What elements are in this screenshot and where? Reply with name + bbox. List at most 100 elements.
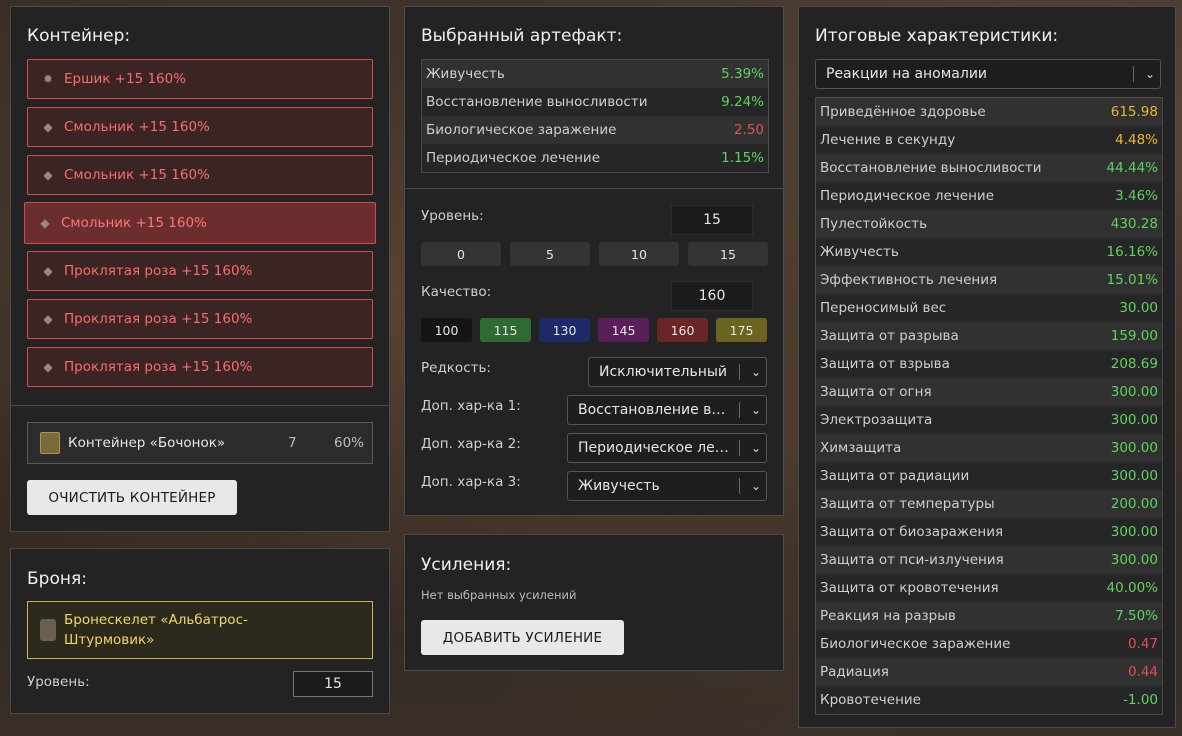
selected-stats-table: Живучесть 5.39% Восстановление выносливост… <box>421 59 769 173</box>
stat-name: Приведённое здоровье <box>820 104 986 120</box>
stat-row: Периодическое лечение 3.46% <box>816 182 1162 210</box>
stat-name: Эффективность лечения <box>820 272 998 288</box>
stat-name: Защита от кровотечения <box>820 580 999 596</box>
extra3-separator <box>739 478 740 494</box>
stat-value: 5.39% <box>721 66 764 82</box>
stat-name: Живучесть <box>820 244 899 260</box>
stat-name: Восстановление выносливости <box>820 160 1042 176</box>
stat-row: Восстановление выносливости 44.44% <box>816 154 1162 182</box>
stat-value: 7.50% <box>1115 608 1158 624</box>
quality-preset-button[interactable]: 130 <box>539 318 590 342</box>
extra2-label: Доп. хар-ка 2: <box>421 436 521 452</box>
quality-preset-button[interactable]: 175 <box>716 318 767 342</box>
stat-value: 208.69 <box>1110 356 1158 372</box>
stat-value: 15.01% <box>1106 272 1158 288</box>
selected-artifact-title: Выбранный артефакт: <box>421 26 623 46</box>
stat-name: Периодическое лечение <box>426 150 601 166</box>
stat-row: Пулестойкость 430.28 <box>816 210 1162 238</box>
container-panel: Контейнер: ✹ Ершик +15 160% ◆ Смольник +15 … <box>10 6 390 532</box>
stat-name: Живучесть <box>426 66 505 82</box>
container-item-label: Ершик +15 160% <box>64 71 187 87</box>
stat-name: Пулестойкость <box>820 216 928 232</box>
quality-preset-button[interactable]: 160 <box>657 318 708 342</box>
level-label: Уровень: <box>421 208 484 224</box>
extra2-select[interactable]: Периодическое лечение ⌄ <box>567 433 767 463</box>
stat-value: 300.00 <box>1110 524 1158 540</box>
totals-filter-select[interactable]: Реакции на аномалии ⌄ <box>815 59 1161 89</box>
quality-label: Качество: <box>421 284 492 300</box>
barrel-container[interactable]: Контейнер «Бочонок» 7 60% <box>27 422 373 464</box>
stat-name: Периодическое лечение <box>820 188 995 204</box>
container-item[interactable]: ✹ Ершик +15 160% <box>27 59 373 99</box>
stat-value: 16.16% <box>1106 244 1158 260</box>
stat-name: Защита от биозаражения <box>820 524 1004 540</box>
stat-value: -1.00 <box>1123 692 1158 708</box>
stat-value: 300.00 <box>1110 468 1158 484</box>
extra1-select[interactable]: Восстановление выносливости ⌄ <box>567 395 767 425</box>
quality-input[interactable]: 160 <box>671 281 753 311</box>
extra3-value: Живучесть <box>578 478 660 494</box>
boosts-title: Усиления: <box>421 555 512 575</box>
quality-preset-button[interactable]: 100 <box>421 318 472 342</box>
clear-container-button[interactable]: ОЧИСТИТЬ КОНТЕЙНЕР <box>27 480 237 515</box>
container-item[interactable]: ◆ Смольник +15 160% <box>27 155 373 195</box>
rarity-value: Исключительный <box>599 364 728 380</box>
stat-name: Защита от разрыва <box>820 328 959 344</box>
stat-name: Радиация <box>820 664 889 680</box>
rarity-select[interactable]: Исключительный ⌄ <box>588 357 767 387</box>
stat-name: Лечение в секунду <box>820 132 956 148</box>
stat-name: Защита от радиации <box>820 468 970 484</box>
container-item[interactable]: ◆ Проклятая роза +15 160% <box>27 251 373 291</box>
stat-row: Эффективность лечения 15.01% <box>816 266 1162 294</box>
totals-stats-table: Приведённое здоровье 615.98 Лечение в секу… <box>815 97 1163 715</box>
stat-row: Реакция на разрыв 7.50% <box>816 602 1162 630</box>
stat-name: Восстановление выносливости <box>426 94 648 110</box>
stat-row: Биологическое заражение 2.50 <box>422 116 768 144</box>
stat-value: 2.50 <box>733 122 764 138</box>
stat-value: 0.44 <box>1127 664 1158 680</box>
armor-icon <box>40 619 56 641</box>
level-preset-button[interactable]: 10 <box>599 242 679 266</box>
container-item[interactable]: ◆ Проклятая роза +15 160% <box>27 299 373 339</box>
container-item-label: Смольник +15 160% <box>64 119 210 135</box>
rarity-separator <box>739 364 740 380</box>
container-item[interactable]: ◆ Смольник +15 160% <box>27 107 373 147</box>
quality-preset-button[interactable]: 145 <box>598 318 649 342</box>
armor-level-input[interactable]: 15 <box>293 671 373 697</box>
stat-name: Биологическое заражение <box>820 636 1011 652</box>
selected-artifact-panel: Выбранный артефакт: Живучесть 5.39% Восста… <box>404 6 784 516</box>
stat-value: 0.47 <box>1127 636 1158 652</box>
add-boost-button[interactable]: ДОБАВИТЬ УСИЛЕНИЕ <box>421 620 624 655</box>
container-item-label: Проклятая роза +15 160% <box>64 359 253 375</box>
stat-name: Реакция на разрыв <box>820 608 956 624</box>
armor-title: Броня: <box>27 569 87 589</box>
stat-name: Переносимый вес <box>820 300 947 316</box>
stat-value: 300.00 <box>1110 440 1158 456</box>
level-preset-button[interactable]: 5 <box>510 242 590 266</box>
artifact-icon: ◆ <box>43 168 53 182</box>
container-item-label: Смольник +15 160% <box>61 215 207 231</box>
star-icon: ✹ <box>42 72 54 86</box>
artifact-icon: ◆ <box>43 264 53 278</box>
boosts-empty-text: Нет выбранных усилений <box>421 588 577 602</box>
artifact-icon: ◆ <box>43 360 53 374</box>
armor-item[interactable]: Бронескелет «Альбатрос-Штурмовик» <box>27 601 373 659</box>
container-item[interactable]: ◆ Смольник +15 160% <box>24 202 376 244</box>
stat-row: Защита от кровотечения 40.00% <box>816 574 1162 602</box>
barrel-icon <box>40 432 60 454</box>
artifact-icon: ◆ <box>43 120 53 134</box>
stat-value: 44.44% <box>1106 160 1158 176</box>
level-preset-button[interactable]: 0 <box>421 242 501 266</box>
stat-row: Защита от пси-излучения 300.00 <box>816 546 1162 574</box>
stat-value: 300.00 <box>1110 552 1158 568</box>
extra1-label: Доп. хар-ка 1: <box>421 398 521 414</box>
container-item[interactable]: ◆ Проклятая роза +15 160% <box>27 347 373 387</box>
stat-row: Биологическое заражение 0.47 <box>816 630 1162 658</box>
level-input[interactable]: 15 <box>671 205 753 235</box>
level-preset-button[interactable]: 15 <box>688 242 768 266</box>
extra3-select[interactable]: Живучесть ⌄ <box>567 471 767 501</box>
stat-value: 40.00% <box>1106 580 1158 596</box>
extra2-value: Периодическое лечение <box>578 440 733 456</box>
quality-preset-button[interactable]: 115 <box>480 318 531 342</box>
artifact-icon: ◆ <box>40 216 50 230</box>
